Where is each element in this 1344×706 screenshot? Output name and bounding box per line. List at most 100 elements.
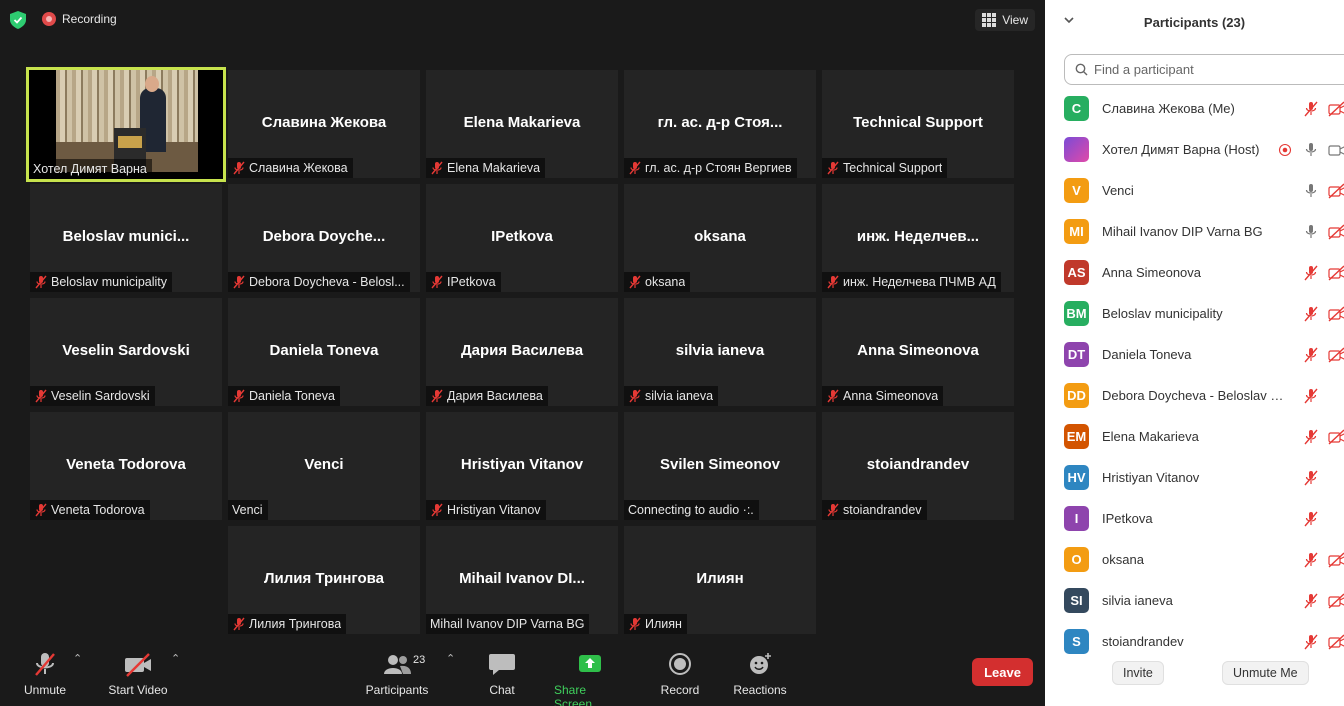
participant-row[interactable]: I IPetkova [1045, 498, 1344, 539]
video-tile[interactable]: oksana oksana [624, 184, 816, 292]
participant-row[interactable]: V Venci [1045, 170, 1344, 211]
video-camera-off-icon[interactable] [1328, 346, 1344, 363]
tile-display-name: Anna Simeonova [857, 342, 979, 359]
recording-indicator[interactable]: Recording [42, 12, 117, 26]
participants-panel-title: Participants (23) [1143, 15, 1246, 30]
video-tile[interactable]: silvia ianeva silvia ianeva [624, 298, 816, 406]
participant-row[interactable]: EM Elena Makarieva [1045, 416, 1344, 457]
tile-name-label: Hristiyan Vitanov [426, 500, 546, 520]
invite-button[interactable]: Invite [1112, 661, 1164, 685]
participant-status-icons [1302, 264, 1344, 281]
start-video-button[interactable]: Start Video [107, 652, 169, 697]
participant-status-icons [1302, 182, 1344, 199]
microphone-icon[interactable] [1302, 224, 1320, 240]
microphone-icon[interactable] [1302, 183, 1320, 199]
microphone-muted-icon[interactable] [1302, 388, 1320, 404]
microphone-muted-icon[interactable] [1302, 634, 1320, 650]
video-camera-off-icon[interactable] [1328, 592, 1344, 609]
participant-row[interactable]: BM Beloslav municipality [1045, 293, 1344, 334]
participant-row[interactable]: SI silvia ianeva [1045, 580, 1344, 621]
unmute-button[interactable]: Unmute [22, 652, 68, 697]
tile-display-name: Славина Жекова [261, 114, 387, 131]
video-tile[interactable]: Славина Жекова Славина Жекова [228, 70, 420, 178]
unmute-me-button[interactable]: Unmute Me [1222, 661, 1309, 685]
video-tile[interactable]: Technical Support Technical Support [822, 70, 1014, 178]
avatar: V [1064, 178, 1089, 203]
participant-row[interactable]: Хотел Димят Варна (Host) [1045, 129, 1344, 170]
tile-name-label: Лилия Трингова [228, 614, 347, 634]
participant-row[interactable]: AS Anna Simeonova [1045, 252, 1344, 293]
video-tile[interactable]: Hristiyan Vitanov Hristiyan Vitanov [426, 412, 618, 520]
video-tile-host[interactable]: Хотел Димят Варна [26, 67, 226, 182]
video-camera-off-icon[interactable] [1328, 100, 1344, 117]
view-button[interactable]: View [975, 9, 1035, 31]
video-camera-icon[interactable] [1328, 142, 1344, 158]
video-camera-off-icon[interactable] [1328, 305, 1344, 322]
tile-display-name: Дария Василева [460, 342, 584, 359]
video-tile[interactable]: Elena Makarieva Elena Makarieva [426, 70, 618, 178]
tile-display-name: Beloslav munici... [62, 228, 190, 245]
microphone-muted-icon[interactable] [1302, 470, 1320, 486]
participant-row[interactable]: MI Mihail Ivanov DIP Varna BG [1045, 211, 1344, 252]
participant-search-input[interactable]: Find a participant [1064, 54, 1344, 85]
microphone-muted-icon[interactable] [1302, 511, 1320, 527]
video-tile[interactable]: Илиян Илиян [624, 526, 816, 634]
video-tile[interactable]: Svilen Simeonov Connecting to audio ·:. [624, 412, 816, 520]
video-camera-off-icon[interactable] [1328, 633, 1344, 650]
video-tile[interactable]: Дария Василева Дария Василева [426, 298, 618, 406]
video-camera-off-icon[interactable] [1328, 182, 1344, 199]
video-tile[interactable]: Лилия Трингова Лилия Трингова [228, 526, 420, 634]
video-camera-off-icon[interactable] [1328, 551, 1344, 568]
record-icon [42, 12, 56, 26]
video-camera-off-icon[interactable] [1328, 428, 1344, 445]
video-tile[interactable]: Debora Doyche... Debora Doycheva - Belosl… [228, 184, 420, 292]
microphone-muted-icon [35, 275, 47, 289]
microphone-muted-icon[interactable] [1302, 265, 1320, 281]
participant-status-icons [1302, 511, 1344, 527]
video-tile[interactable]: Daniela Toneva Daniela Toneva [228, 298, 420, 406]
video-tile[interactable]: гл. ас. д-р Стоя... гл. ас. д-р Стоян Вер… [624, 70, 816, 178]
tile-name-label: IPetkova [426, 272, 501, 292]
chat-button[interactable]: Chat [487, 652, 517, 697]
audio-options-caret-icon[interactable]: ⌃ [73, 652, 82, 665]
avatar: DT [1064, 342, 1089, 367]
video-tile[interactable]: IPetkova IPetkova [426, 184, 618, 292]
video-tile[interactable]: Beloslav munici... Beloslav municipality [30, 184, 222, 292]
microphone-muted-icon[interactable] [1302, 101, 1320, 117]
video-tile[interactable]: Veneta Todorova Veneta Todorova [30, 412, 222, 520]
microphone-muted-icon [629, 161, 641, 175]
microphone-icon[interactable] [1302, 142, 1320, 158]
participants-options-caret-icon[interactable]: ⌃ [446, 652, 455, 665]
share-screen-button[interactable]: Share Screen [554, 652, 626, 706]
video-camera-off-icon[interactable] [1328, 264, 1344, 281]
video-camera-off-icon[interactable] [1328, 223, 1344, 240]
microphone-muted-icon [431, 275, 443, 289]
record-button[interactable]: Record [660, 652, 700, 697]
participant-name: Хотел Димят Варна (Host) [1102, 142, 1260, 157]
leave-button[interactable]: Leave [972, 658, 1033, 686]
participant-row[interactable]: DT Daniela Toneva [1045, 334, 1344, 375]
video-tile[interactable]: Veselin Sardovski Veselin Sardovski [30, 298, 222, 406]
participant-row[interactable]: HV Hristiyan Vitanov [1045, 457, 1344, 498]
microphone-muted-icon[interactable] [1302, 552, 1320, 568]
video-tile[interactable]: Anna Simeonova Anna Simeonova [822, 298, 1014, 406]
microphone-muted-icon[interactable] [1302, 593, 1320, 609]
avatar: EM [1064, 424, 1089, 449]
tile-display-name: silvia ianeva [675, 342, 765, 359]
video-options-caret-icon[interactable]: ⌃ [171, 652, 180, 665]
video-tile[interactable]: Mihail Ivanov DI... Mihail Ivanov DIP Var… [426, 526, 618, 634]
microphone-muted-icon[interactable] [1302, 306, 1320, 322]
avatar: DD [1064, 383, 1089, 408]
reactions-button[interactable]: Reactions [733, 652, 787, 697]
microphone-muted-icon[interactable] [1302, 347, 1320, 363]
microphone-muted-icon [431, 503, 443, 517]
participant-row[interactable]: C Славина Жекова (Me) [1045, 88, 1344, 129]
video-tile[interactable]: Venci Venci [228, 412, 420, 520]
participant-row[interactable]: DD Debora Doycheva - Beloslav Munici... [1045, 375, 1344, 416]
shield-icon[interactable] [10, 11, 26, 29]
video-tile[interactable]: инж. Неделчев... инж. Неделчева ПЧМВ АД [822, 184, 1014, 292]
tile-name-label: гл. ас. д-р Стоян Вергиев [624, 158, 797, 178]
participant-row[interactable]: Ooksana [1045, 539, 1344, 580]
video-tile[interactable]: stoiandrandev stoiandrandev [822, 412, 1014, 520]
microphone-muted-icon[interactable] [1302, 429, 1320, 445]
